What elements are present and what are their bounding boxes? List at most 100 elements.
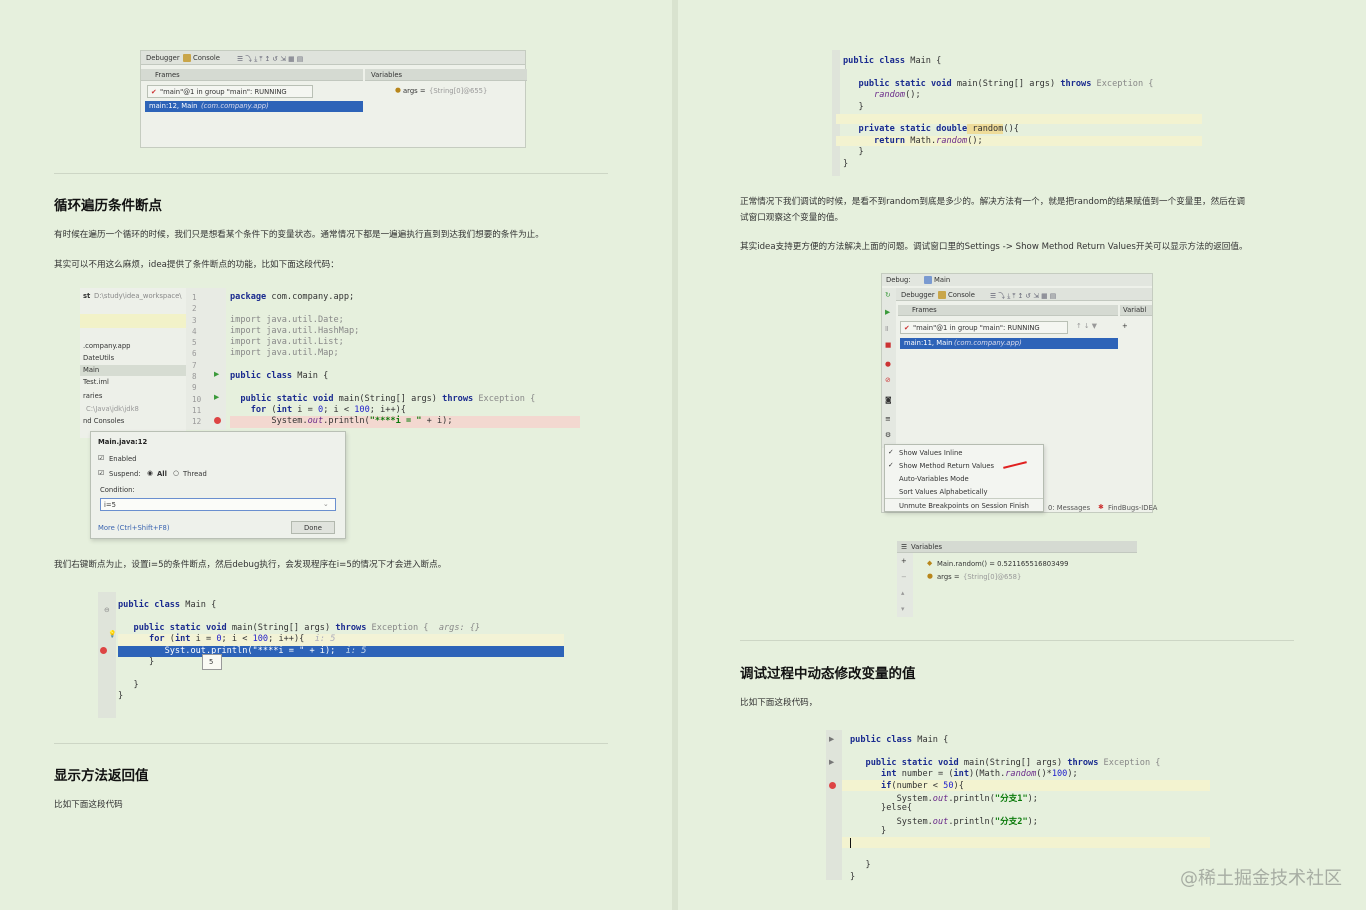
thread-radio[interactable]: ○ xyxy=(173,469,179,477)
debugger-tab[interactable]: Debugger xyxy=(901,291,935,299)
menu-separator xyxy=(885,498,1043,499)
all-label: All xyxy=(157,470,167,478)
check-icon: ✔ xyxy=(904,324,910,332)
toolbar-step-icons[interactable]: ☰ ⤵ ⤓ ⤒ ↥ ↺ ⇲ ▦ ▤ xyxy=(237,53,303,64)
run-icon[interactable]: ▶ xyxy=(829,735,834,743)
code-block: public class Main { public static void m… xyxy=(118,600,564,703)
mute-breakpoints-icon[interactable]: ⊘ xyxy=(885,376,891,384)
run-icon[interactable]: ▶ xyxy=(214,370,219,378)
settings-menu: ✓ Show Values Inline ✓ Show Method Retur… xyxy=(884,444,1044,512)
tree-item[interactable]: Test.iml xyxy=(83,378,109,386)
console-tab[interactable]: Console xyxy=(193,54,220,62)
all-radio[interactable]: ◉ xyxy=(147,469,153,477)
args-var[interactable]: args = xyxy=(403,87,426,95)
debug-label: Debug: xyxy=(886,276,911,284)
paragraph: 其实idea支持更方便的方法解决上面的问题。调试窗口里的Settings -> … xyxy=(740,242,1248,252)
code-screenshot-branch: ▶ ▶ public class Main { public static vo… xyxy=(826,730,1210,882)
tree-item[interactable]: DateUtils xyxy=(83,354,114,362)
menu-item-sort-values[interactable]: Sort Values Alphabetically xyxy=(885,486,1043,498)
breakpoint-icon[interactable] xyxy=(100,647,107,654)
frame-nav-icons[interactable]: ↑ ↓ ▼ xyxy=(1076,322,1097,330)
editor-screenshot-conditional: st D:\study\idea_workspace\ .company.app… xyxy=(80,288,580,550)
variables-header: Variabl xyxy=(1120,305,1152,316)
paragraph: 正常情况下我们调试的时候，是看不到random到底是多少的。解决方法有一个，就是… xyxy=(740,197,1245,207)
tree-item[interactable]: nd Consoles xyxy=(83,417,124,425)
toolbar-step-icons[interactable]: ☰ ⤵ ⤓ ⤒ ↥ ↺ ⇲ ▦ ▤ xyxy=(990,290,1056,301)
variables-side-toolbar: + − ▴ ▾ xyxy=(897,553,913,617)
selected-frame[interactable]: main:11, Main (com.company.app) xyxy=(900,338,1118,349)
thread-select[interactable]: ✔ "main"@1 in group "main": RUNNING xyxy=(147,85,313,98)
variables-icon: ☰ xyxy=(901,543,908,551)
menu-item-label: Auto-Variables Mode xyxy=(899,475,969,483)
tree-item[interactable]: C:\Java\jdk\jdk8 xyxy=(86,405,139,413)
frames-header: Frames xyxy=(898,305,1118,316)
paragraph: 试窗口观察这个变量的值。 xyxy=(740,213,844,223)
breakpoint-icon[interactable] xyxy=(214,417,221,424)
code-block: public class Main { public static void m… xyxy=(850,735,1161,882)
findbugs-icon: ✱ xyxy=(1098,503,1104,511)
add-icon[interactable]: + xyxy=(901,557,907,565)
run-icon[interactable]: ▶ xyxy=(214,393,219,401)
done-button[interactable]: Done xyxy=(291,521,335,534)
paragraph: 其实可以不用这么麻烦，idea提供了条件断点的功能，比如下面这段代码： xyxy=(54,260,339,270)
section-title-conditional-breakpoint: 循环遍历条件断点 xyxy=(54,198,162,214)
down-icon[interactable]: ▾ xyxy=(901,605,904,613)
selected-frame[interactable]: main:12, Main (com.company.app) xyxy=(145,101,363,112)
frames-label: Frames xyxy=(912,306,937,314)
suspend-label: Suspend: xyxy=(109,470,141,478)
camera-icon[interactable]: ◙ xyxy=(885,396,892,404)
divider-2 xyxy=(54,743,608,744)
messages-tab[interactable]: 0: Messages xyxy=(1048,504,1090,512)
resume-icon[interactable]: ▶ xyxy=(885,308,890,316)
view-breakpoints-icon[interactable]: ● xyxy=(885,360,891,368)
tree-item[interactable]: .company.app xyxy=(83,342,130,350)
variable-icon: ● xyxy=(927,572,933,580)
gutter: ▶ ▶ xyxy=(826,730,842,880)
menu-item-auto-variables[interactable]: Auto-Variables Mode xyxy=(885,473,1043,485)
enabled-checkbox[interactable]: ☑ xyxy=(98,454,104,462)
settings-icon[interactable]: ⚙ xyxy=(885,431,891,439)
menu-item-unmute-breakpoints[interactable]: Unmute Breakpoints on Session Finish xyxy=(885,500,1043,512)
pause-icon[interactable]: Ⅱ xyxy=(885,325,888,333)
debugger-toolbar: Debugger Console ☰ ⤵ ⤓ ⤒ ↥ ↺ ⇲ ▦ ▤ xyxy=(896,288,1152,301)
debugger-tab[interactable]: Debugger xyxy=(146,54,180,62)
console-icon xyxy=(183,54,191,62)
debug-code-screenshot: ⊖ 💡 public class Main { public static vo… xyxy=(98,592,564,718)
tree-item[interactable]: raries xyxy=(83,392,102,400)
main-tab[interactable]: Main xyxy=(934,276,950,284)
variables-label: Variables xyxy=(371,71,403,79)
console-tab[interactable]: Console xyxy=(948,291,975,299)
thread-select[interactable]: ✔ "main"@1 in group "main": RUNNING xyxy=(900,321,1068,334)
menu-item-label: Unmute Breakpoints on Session Finish xyxy=(899,502,1029,510)
menu-item-label: Sort Values Alphabetically xyxy=(899,488,988,496)
add-watch-icon[interactable]: + xyxy=(1122,322,1128,330)
watermark: @稀土掘金技术社区 xyxy=(1180,868,1342,889)
main-tab-icon xyxy=(924,276,932,284)
project-tree: st D:\study\idea_workspace\ .company.app… xyxy=(80,288,186,438)
debug-side-toolbar: ↻ ▶ Ⅱ ■ ● ⊘ ◙ ≡ ⚙ xyxy=(882,288,896,448)
bulb-icon[interactable]: 💡 xyxy=(108,630,116,638)
menu-item-show-values-inline[interactable]: ✓ Show Values Inline xyxy=(885,447,1043,459)
run-icon[interactable]: ▶ xyxy=(829,758,834,766)
breakpoint-icon[interactable] xyxy=(829,782,836,789)
expand-icon[interactable]: ⌄ xyxy=(323,500,329,508)
return-value[interactable]: Main.random() = 0.521165516803499 xyxy=(937,560,1068,568)
tree-item[interactable]: Main xyxy=(83,366,99,374)
layout-icon[interactable]: ≡ xyxy=(885,415,891,423)
condition-input[interactable]: i=5 ⌄ xyxy=(100,498,336,511)
suspend-checkbox[interactable]: ☑ xyxy=(98,469,104,477)
variables-label: Variables xyxy=(911,543,943,551)
findbugs-tab[interactable]: FindBugs-IDEA xyxy=(1108,504,1157,512)
thread-value: "main"@1 in group "main": RUNNING xyxy=(160,88,287,96)
menu-item-show-method-return-values[interactable]: ✓ Show Method Return Values xyxy=(885,460,1043,472)
up-icon[interactable]: ▴ xyxy=(901,589,904,597)
rerun-icon[interactable]: ↻ xyxy=(885,291,891,299)
code-block: public class Main { public static void m… xyxy=(843,56,1154,169)
stop-icon[interactable]: ■ xyxy=(885,341,891,349)
args-var[interactable]: args = xyxy=(937,573,960,581)
more-link[interactable]: More (Ctrl+Shift+F8) xyxy=(98,524,169,532)
args-value: {String[0]@658} xyxy=(963,573,1022,581)
debugger-settings-screenshot: Debug: Main Debugger Console ☰ ⤵ ⤓ ⤒ ↥ ↺… xyxy=(881,273,1157,513)
remove-icon[interactable]: − xyxy=(901,573,907,581)
condition-value: i=5 xyxy=(104,501,116,509)
